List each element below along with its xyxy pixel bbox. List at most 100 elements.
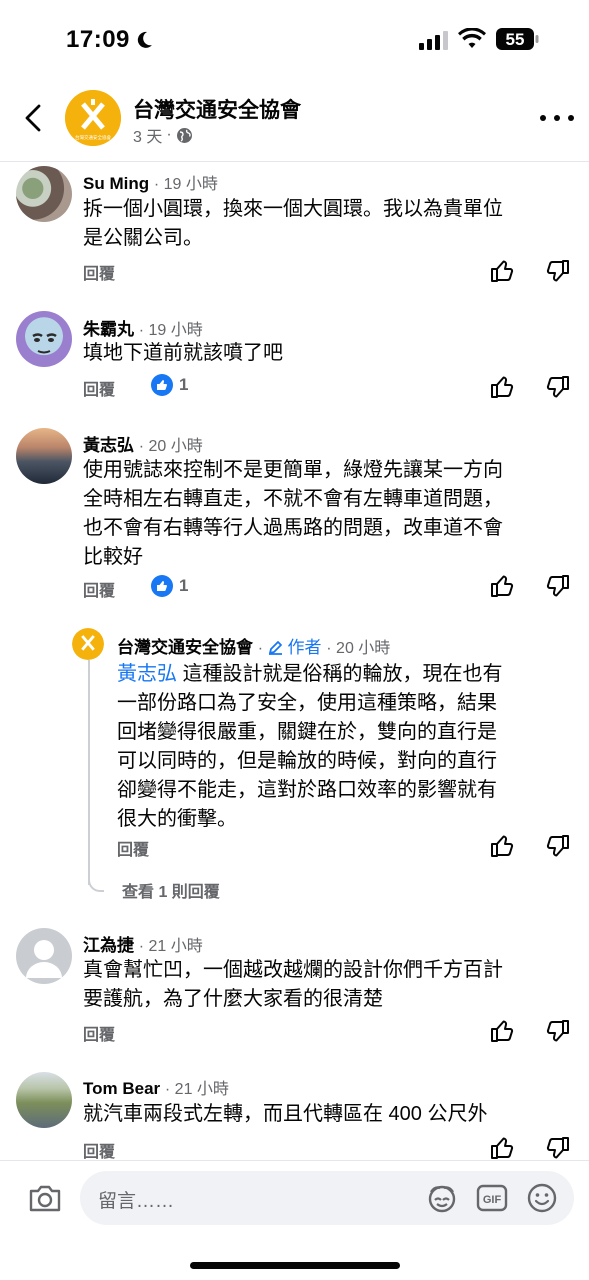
more-options-button[interactable]: [540, 110, 574, 126]
avatar-face-icon: [32, 333, 57, 354]
logo-icon: 台灣交通安全協會: [65, 90, 121, 146]
reply-line: 很大的衝擊。: [117, 808, 237, 830]
comment-line: 比較好: [83, 546, 143, 568]
logo-icon: [72, 628, 104, 660]
comment-header: 朱霸丸 · 19 小時: [83, 315, 203, 340]
comment-line: 使用號誌來控制不是更簡單，綠燈先讓某一方向: [83, 459, 503, 481]
gif-button[interactable]: GIF: [476, 1183, 508, 1213]
avatar[interactable]: [16, 428, 72, 484]
mention-link[interactable]: 黃志弘: [117, 663, 177, 685]
reply-line: 黃志弘 這種設計就是俗稱的輪放，現在也有: [117, 663, 503, 685]
comment-header: Tom Bear · 21 小時: [83, 1075, 229, 1099]
thumbs-up-icon[interactable]: [489, 573, 515, 599]
reply-line: 一部份路口為了安全，使用這種策略，結果: [117, 692, 497, 714]
page-name[interactable]: 台灣交通安全協會: [133, 94, 301, 124]
thumbs-up-icon[interactable]: [489, 1018, 515, 1044]
comment-time: · 20 小時: [138, 438, 203, 455]
reply-button[interactable]: 回覆: [83, 376, 115, 400]
moon-icon: [137, 31, 152, 48]
comment-line: 也不會有右轉等行人過馬路的問題，改車道不會: [83, 517, 503, 539]
avatar[interactable]: [72, 628, 104, 660]
thread-curve: [88, 872, 104, 892]
comment-author[interactable]: 黃志弘: [83, 436, 134, 455]
comment-author[interactable]: Su Ming: [83, 174, 149, 193]
more-icon-dot: [554, 115, 560, 121]
back-arrow-icon: [25, 104, 41, 132]
thumbs-down-icon[interactable]: [545, 573, 571, 599]
battery-level: 55: [506, 30, 525, 49]
avatar[interactable]: [16, 166, 72, 222]
comment-item: 黃志弘 · 20 小時 使用號誌來控制不是更簡單，綠燈先讓某一方向 全時相左右轉…: [0, 420, 589, 610]
comment-item: 朱霸丸 · 19 小時 填地下道前就該噴了吧 回覆 1: [0, 305, 589, 415]
reply-button[interactable]: 回覆: [117, 836, 149, 860]
comment-author[interactable]: 江為捷: [83, 936, 134, 955]
camera-icon[interactable]: [28, 1183, 62, 1213]
reply-item: 台灣交通安全協會 · 作者 · 20 小時 黃志弘 這種設計就是俗稱的輪放，現在…: [0, 622, 589, 872]
comment-header: 江為捷 · 21 小時: [83, 931, 203, 956]
home-indicator: [190, 1262, 400, 1269]
logo-caption: 台灣交通安全協會: [75, 134, 111, 141]
comment-input-placeholder: 留言……: [98, 1191, 175, 1212]
thumbs-up-icon[interactable]: [489, 258, 515, 284]
thumbs-down-icon[interactable]: [545, 833, 571, 859]
status-bar: 17:09 55: [0, 0, 589, 80]
default-avatar-icon: [26, 940, 62, 978]
gif-label: GIF: [483, 1194, 502, 1206]
author-badge: 作者: [268, 638, 326, 657]
comment-line: 要護航，為了什麼大家看的很清楚: [83, 988, 383, 1010]
like-count-value: 1: [179, 375, 189, 394]
reply-header: 台灣交通安全協會 · 作者 · 20 小時: [117, 633, 390, 658]
reply-time: · 20 小時: [326, 640, 391, 657]
reply-text: 黃志弘 這種設計就是俗稱的輪放，現在也有 一部份路口為了安全，使用這種策略，結果…: [117, 660, 577, 834]
comment-line: 拆一個小圓環，換來一個大圓環。我以為貴單位: [83, 198, 503, 220]
reply-line: 回堵變得很嚴重，關鍵在於，雙向的直行是: [117, 721, 497, 743]
battery-icon: 55: [495, 27, 539, 51]
reply-line: 可以同時的，但是輪放的時候，對向的直行: [117, 750, 497, 772]
avatar[interactable]: [16, 928, 72, 984]
view-replies-link[interactable]: 查看 1 則回覆: [122, 878, 220, 902]
comment-item: Tom Bear · 21 小時 就汽車兩段式左轉，而且代轉區在 400 公尺外…: [0, 1064, 589, 1162]
comment-time: · 21 小時: [164, 1081, 229, 1098]
signal-icon: [419, 31, 448, 50]
pencil-icon: [268, 641, 282, 655]
author-badge-label: 作者: [287, 638, 322, 657]
comment-line: 填地下道前就該噴了吧: [83, 342, 283, 364]
emoji-icon[interactable]: [526, 1182, 558, 1214]
comment-line: 是公關公司。: [83, 227, 203, 249]
gif-icon: GIF: [476, 1184, 508, 1212]
post-header: 台灣交通安全協會 台灣交通安全協會 3 天 ·: [0, 80, 589, 162]
post-meta: 3 天 ·: [133, 123, 193, 147]
thumbs-down-icon[interactable]: [545, 374, 571, 400]
thumbs-down-icon[interactable]: [545, 1018, 571, 1044]
thumbs-down-icon[interactable]: [545, 1135, 571, 1161]
reply-line: 卻變得不能走，這對於路口效率的影響就有: [117, 779, 497, 801]
avatar[interactable]: [16, 1072, 72, 1128]
thumbs-up-icon[interactable]: [489, 374, 515, 400]
reply-author[interactable]: 台灣交通安全協會: [117, 638, 253, 657]
like-count[interactable]: 1: [151, 575, 188, 597]
thumbs-up-icon[interactable]: [489, 833, 515, 859]
comment-line: 就汽車兩段式左轉，而且代轉區在 400 公尺外: [83, 1103, 488, 1125]
comment-time: · 21 小時: [138, 938, 203, 955]
comment-text: 真會幫忙凹，一個越改越爛的設計你們千方百計 要護航，為了什麼大家看的很清楚: [83, 956, 573, 1014]
back-button[interactable]: [18, 98, 48, 138]
comment-header: 黃志弘 · 20 小時: [83, 431, 203, 456]
reply-button[interactable]: 回覆: [83, 1021, 115, 1045]
like-count[interactable]: 1: [151, 374, 188, 396]
page-avatar[interactable]: 台灣交通安全協會: [65, 90, 121, 146]
comment-author[interactable]: Tom Bear: [83, 1079, 160, 1098]
reply-button[interactable]: 回覆: [83, 1138, 115, 1162]
comment-line: 全時相左右轉直走，不就不會有左轉車道問題，: [83, 488, 503, 510]
avatar[interactable]: [16, 311, 72, 367]
like-count-value: 1: [179, 576, 189, 595]
comment-author[interactable]: 朱霸丸: [83, 320, 134, 339]
reply-button[interactable]: 回覆: [83, 260, 115, 284]
reply-button[interactable]: 回覆: [83, 577, 115, 601]
thumbs-down-icon[interactable]: [545, 258, 571, 284]
comment-text: 使用號誌來控制不是更簡單，綠燈先讓某一方向 全時相左右轉直走，不就不會有左轉車道…: [83, 456, 573, 572]
reply-separator: ·: [257, 640, 264, 657]
comment-composer: 留言…… GIF: [0, 1160, 589, 1280]
sticker-icon[interactable]: [426, 1183, 458, 1213]
thumbs-up-icon[interactable]: [489, 1135, 515, 1161]
comment-input[interactable]: 留言…… GIF: [80, 1171, 574, 1225]
